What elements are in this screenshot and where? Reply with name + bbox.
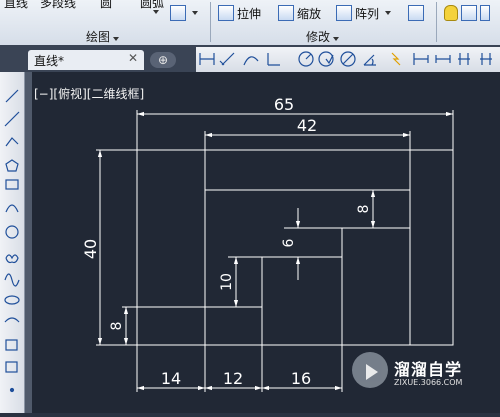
spline-icon: [4, 273, 20, 287]
rectangle-icon: [5, 179, 19, 190]
make-block-icon: [5, 361, 18, 373]
properties-button[interactable]: [444, 2, 490, 24]
chevron-down-icon: [333, 37, 340, 41]
arc-length-icon: [243, 56, 259, 66]
angular-icon: [363, 54, 376, 66]
circle-icon: [5, 225, 19, 239]
array-button[interactable]: 阵列: [336, 2, 392, 24]
space-icon: [458, 53, 470, 65]
layer-state-icon: [461, 5, 477, 21]
stretch-button[interactable]: 拉伸: [218, 2, 261, 24]
ellipse-icon: [4, 295, 20, 305]
line-icon: [5, 89, 19, 103]
modify-panel-label[interactable]: 修改: [306, 28, 340, 45]
lightbulb-icon: [444, 5, 458, 21]
revcloud-icon: [5, 254, 19, 264]
layer-button[interactable]: [408, 2, 424, 24]
construction-line-icon: [4, 111, 20, 127]
viewport-controls-label[interactable]: [−][俯视][二维线框]: [34, 85, 144, 102]
stretch-label: 拉伸: [237, 6, 262, 21]
ellipse-arc-icon: [4, 317, 20, 323]
polyline-icon: [5, 137, 19, 147]
hatch-icon: [170, 5, 186, 21]
break-icon: [480, 53, 492, 65]
stretch-icon: [218, 5, 234, 21]
tab-drawing[interactable]: 直线* ✕: [28, 50, 144, 70]
dimension-toolbar: [196, 47, 500, 72]
color-icon: [480, 5, 490, 21]
polygon-icon: [5, 159, 19, 172]
scale-button[interactable]: 缩放: [278, 2, 321, 24]
scale-icon: [278, 5, 294, 21]
layer-icon: [408, 5, 424, 21]
continue-icon: [435, 55, 451, 63]
ordinate-icon: [267, 53, 280, 66]
new-tab-button[interactable]: ⊕: [150, 52, 176, 68]
separator: [436, 2, 437, 42]
jogged-icon: [318, 51, 334, 67]
aligned-dimension-icon: [219, 52, 235, 66]
draw-tools: [4, 89, 20, 393]
arc-tool-label[interactable]: 圆弧: [140, 0, 164, 11]
chevron-down-icon: [113, 37, 120, 41]
point-icon: [9, 387, 15, 393]
arc-icon: [5, 204, 19, 213]
polyline-tool-label[interactable]: 多段线: [40, 0, 76, 11]
chevron-down-icon: [385, 11, 392, 15]
chevron-down-icon: [192, 11, 198, 15]
circle-tool-label[interactable]: 圆: [100, 0, 112, 11]
chevron-down-icon[interactable]: [153, 10, 159, 14]
draw-toolbar: [0, 72, 25, 413]
watermark-logo: 溜溜自学 ZIXUE.3066.COM: [352, 350, 472, 396]
watermark-title: 溜溜自学: [394, 360, 463, 379]
insert-block-icon: [5, 339, 18, 351]
array-label: 阵列: [355, 6, 380, 21]
diameter-icon: [340, 51, 356, 67]
line-tool-label[interactable]: 直线: [4, 0, 28, 11]
hatch-button[interactable]: [170, 2, 198, 24]
separator: [210, 2, 211, 42]
play-logo-icon: [352, 352, 388, 388]
play-icon: [366, 364, 378, 380]
array-icon: [336, 5, 352, 21]
radius-icon: [298, 51, 314, 67]
quick-dim-icon: [391, 52, 401, 66]
watermark-url: ZIXUE.3066.COM: [394, 378, 463, 387]
tab-label: 直线*: [34, 53, 65, 68]
linear-dimension-icon: [199, 53, 215, 65]
baseline-icon: [413, 53, 429, 65]
close-icon[interactable]: ✕: [128, 51, 138, 65]
draw-panel-label[interactable]: 绘图: [86, 28, 120, 45]
toolbar-gutter: [25, 72, 32, 413]
scale-label: 缩放: [297, 6, 322, 21]
dimension-tools: [199, 51, 492, 67]
ribbon: 直线 多段线 圆 圆弧 拉伸 缩放 阵列 绘图 修改: [0, 0, 500, 46]
